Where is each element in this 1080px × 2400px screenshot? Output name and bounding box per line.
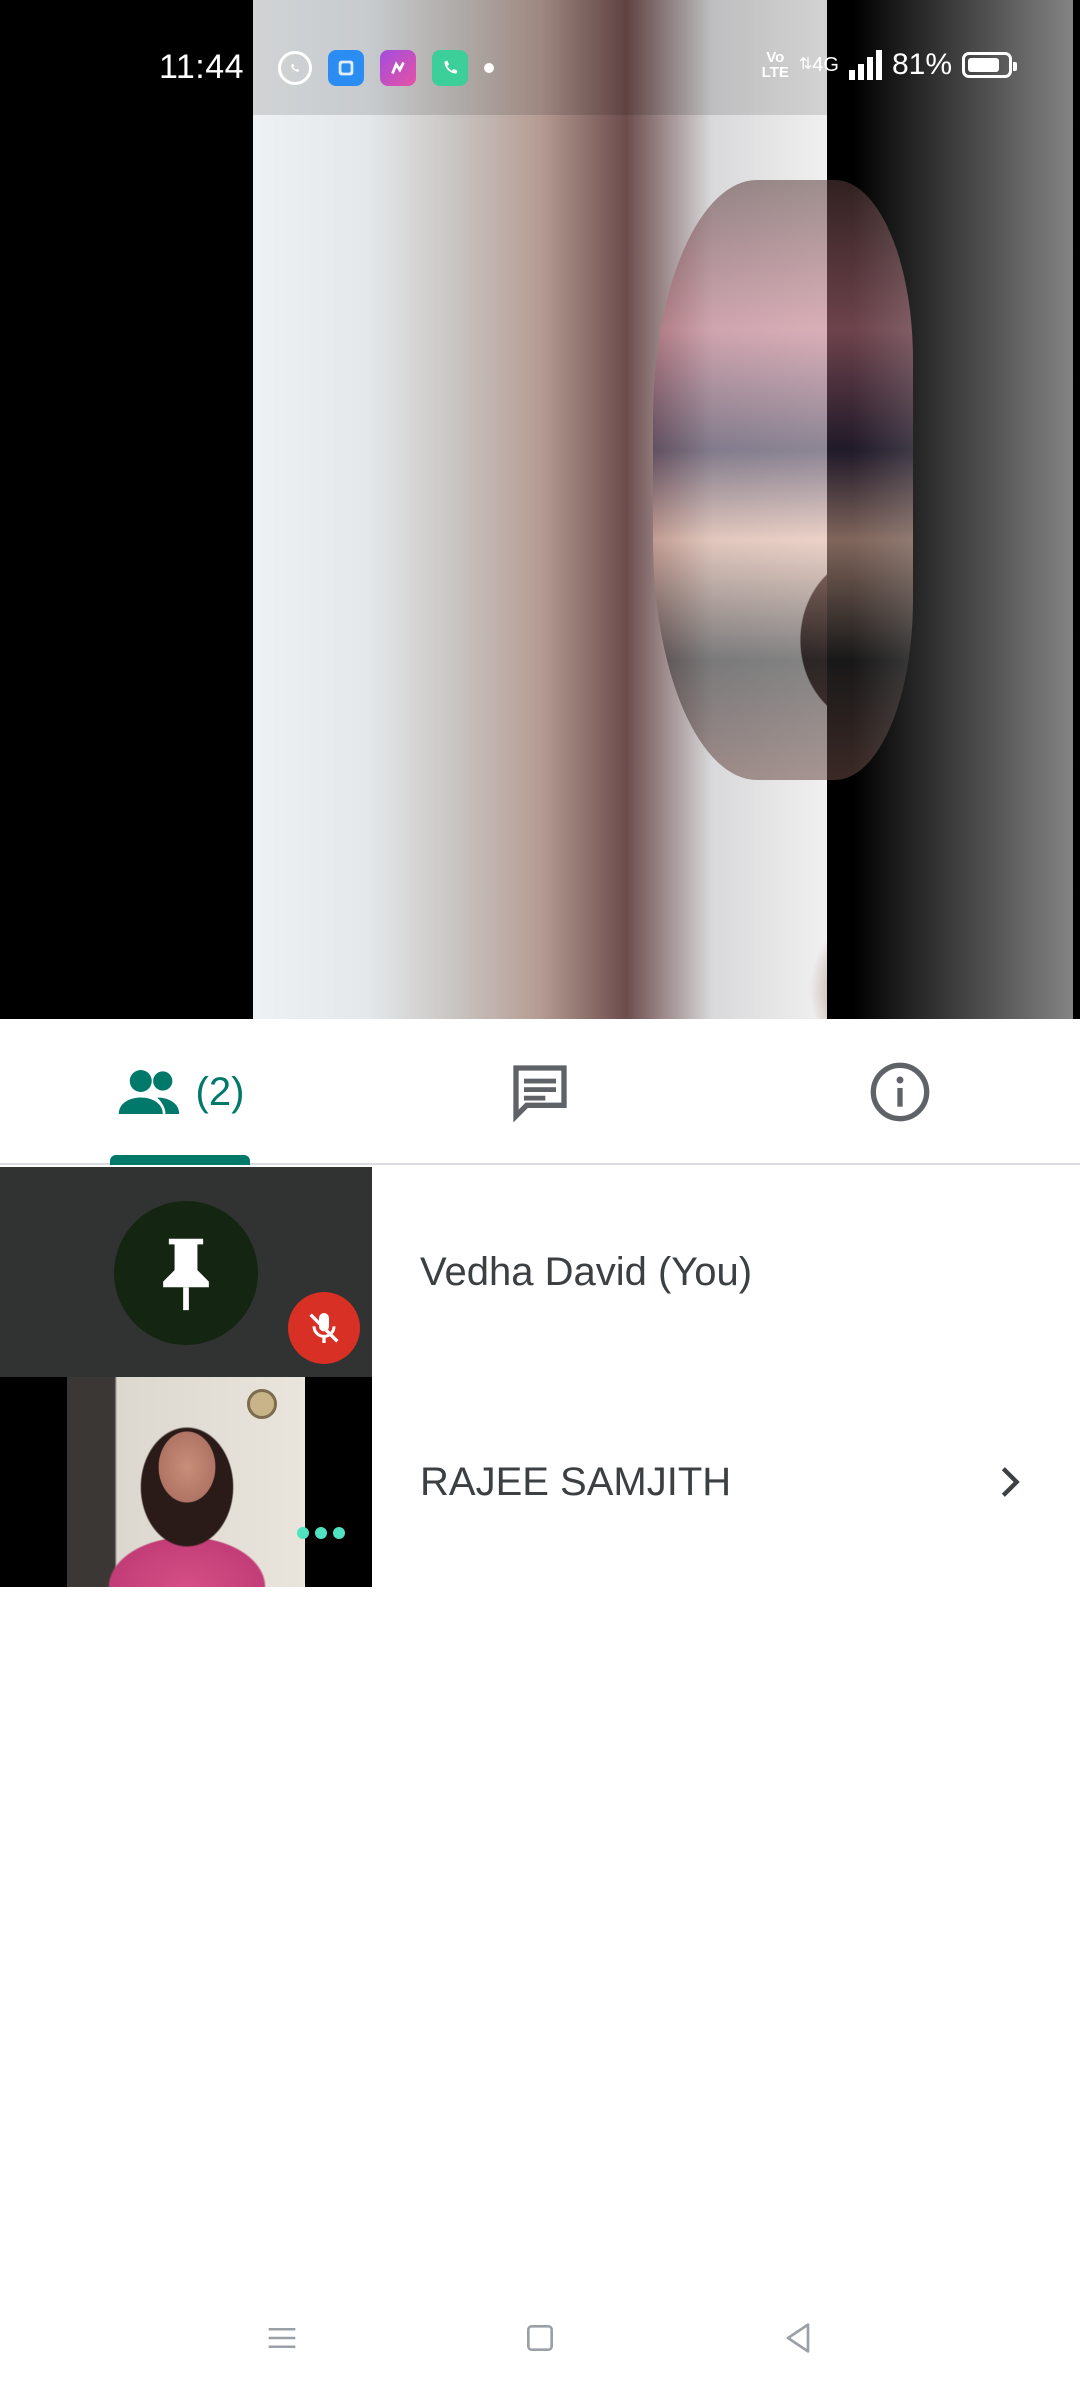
wall-clock-in-video (247, 1389, 277, 1419)
blue-app-icon (328, 50, 364, 86)
chat-icon (513, 1065, 567, 1123)
volte-icon: Vo LTE (761, 49, 789, 81)
main-video-area[interactable] (0, 0, 1080, 1019)
participant-tile[interactable] (0, 1167, 372, 1377)
battery-icon (962, 52, 1017, 78)
participant-row[interactable]: RAJEE SAMJITH (0, 1377, 1080, 1587)
whatsapp-icon (278, 51, 312, 85)
tab-chat[interactable] (490, 1019, 590, 1165)
people-icon (118, 1070, 179, 1114)
video-content-chairs (853, 0, 1073, 1019)
mic-off-badge (288, 1292, 360, 1364)
network-type: ⇅ 4G (798, 53, 839, 76)
status-bar: 11:44 Vo LTE ⇅ 4G 81% (0, 0, 1080, 115)
nav-home-button[interactable] (510, 2308, 570, 2368)
participant-tile[interactable] (0, 1377, 372, 1587)
system-icons: Vo LTE ⇅ 4G 81% (761, 48, 1017, 82)
mic-off-icon (309, 1313, 339, 1343)
participant-name: Vedha David (You) (420, 1249, 753, 1294)
back-icon (786, 2323, 810, 2353)
participant-video-thumbnail (67, 1377, 305, 1587)
status-clock: 11:44 (159, 48, 245, 86)
tab-info[interactable] (850, 1019, 950, 1165)
main-video-feed[interactable] (253, 0, 1073, 1019)
home-icon (527, 2325, 553, 2351)
participant-row[interactable]: Vedha David (You) (0, 1167, 1080, 1377)
chevron-right-icon[interactable] (980, 1452, 1040, 1512)
signal-icon (848, 50, 882, 80)
tab-people[interactable]: (2) (100, 1019, 260, 1165)
menu-icon (268, 2328, 296, 2348)
info-icon (870, 1062, 930, 1122)
phone-app-icon (432, 50, 468, 86)
pin-icon (163, 1238, 209, 1311)
nav-menu-button[interactable] (252, 2308, 312, 2368)
nav-back-button[interactable] (768, 2308, 828, 2368)
notification-icons (278, 50, 494, 86)
tab-bar: (2) (0, 1019, 1080, 1165)
speaking-indicator-icon (297, 1527, 345, 1539)
battery-percent: 81% (891, 48, 952, 81)
notification-dot-icon (484, 63, 494, 73)
people-count: (2) (195, 1069, 245, 1114)
purple-app-icon (380, 50, 416, 86)
pin-button[interactable] (114, 1201, 258, 1345)
system-nav-bar (0, 2280, 1080, 2400)
participant-name: RAJEE SAMJITH (420, 1459, 732, 1504)
active-tab-indicator (110, 1155, 250, 1165)
